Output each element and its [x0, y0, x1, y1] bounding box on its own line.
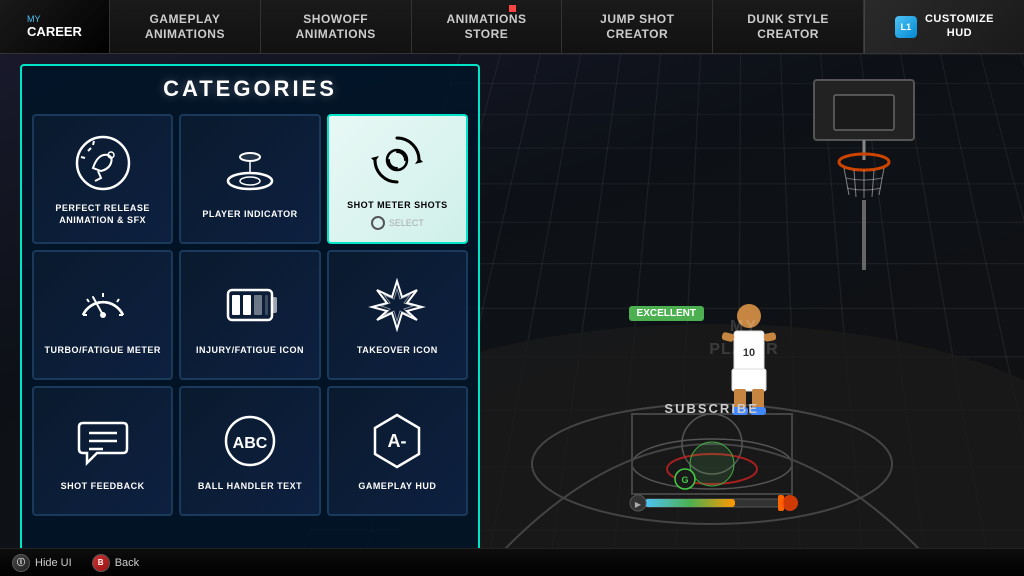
svg-text:A-: A- [388, 431, 407, 451]
select-hint: Select [371, 216, 424, 230]
customize-hud-button[interactable]: L1 Customize HUD [864, 0, 1024, 53]
takeover-label: TAKEOVER ICON [357, 345, 438, 357]
shot-meter-label: SHOT METER SHOTS [347, 200, 448, 212]
basketball-hoop [784, 70, 944, 270]
back-badge: B [92, 554, 110, 572]
shot-feedback-label: SHOT FEEDBACK [61, 481, 145, 493]
tab-dunk-style-creator[interactable]: Dunk Style Creator [713, 0, 864, 53]
category-takeover-icon[interactable]: TAKEOVER ICON [327, 250, 468, 380]
player-indicator-label: PLAYER INDICATOR [202, 209, 297, 221]
svg-text:PLAYER: PLAYER [709, 341, 778, 358]
category-ball-handler-text[interactable]: ABC BALL HANDLER TEXT [179, 386, 320, 516]
subscribe-text: SUBSCRIBE [664, 401, 759, 416]
player-indicator-icon [218, 137, 282, 201]
svg-text:▶: ▶ [635, 500, 642, 509]
category-injury-fatigue[interactable]: INJURY/FATIGUE ICON [179, 250, 320, 380]
perfect-release-label: PERFECT RELEASE ANIMATION & SFX [55, 203, 150, 226]
court-logo: MY PLAYER [644, 296, 844, 376]
svg-text:ABC: ABC [233, 435, 268, 452]
ball-handler-text-icon: ABC [218, 409, 282, 473]
tab-gameplay-animations[interactable]: Gameplay Animations [110, 0, 261, 53]
svg-text:MY: MY [730, 318, 758, 335]
back-button[interactable]: B Back [92, 554, 139, 572]
hide-ui-badge: ⓛ [12, 554, 30, 572]
takeover-icon-icon [365, 273, 429, 337]
category-shot-meter-shots[interactable]: SHOT METER SHOTS Select [327, 114, 468, 244]
categories-panel: CATEGORIES PERFECT RELEASE ANIMATION & S… [20, 64, 480, 566]
bottom-bar: ⓛ Hide UI B Back [0, 548, 1024, 576]
customize-badge: L1 [895, 16, 917, 38]
animations-store-notif [509, 5, 516, 12]
category-perfect-release[interactable]: PERFECT RELEASE ANIMATION & SFX [32, 114, 173, 244]
logo-my: MY [27, 14, 82, 24]
perfect-release-icon [71, 131, 135, 195]
tab-showoff-animations[interactable]: Showoff Animations [261, 0, 412, 53]
categories-title: CATEGORIES [32, 76, 468, 102]
shot-feedback-icon [71, 409, 135, 473]
category-player-indicator[interactable]: PLAYER INDICATOR [179, 114, 320, 244]
turbo-fatigue-label: TURBO/FATIGUE METER [44, 345, 160, 357]
tab-jump-shot-creator[interactable]: Jump Shot Creator [562, 0, 713, 53]
back-label: Back [115, 557, 139, 569]
tab-animations-store[interactable]: Animations Store [412, 0, 563, 53]
injury-fatigue-label: INJURY/FATIGUE ICON [196, 345, 304, 357]
hide-ui-button[interactable]: ⓛ Hide UI [12, 554, 72, 572]
turbo-fatigue-icon [71, 273, 135, 337]
hide-ui-label: Hide UI [35, 557, 72, 569]
injury-fatigue-icon [218, 273, 282, 337]
customize-label: Customize HUD [925, 13, 994, 39]
shot-meter-icon [365, 128, 429, 192]
mycareer-logo[interactable]: MY CAREER [0, 0, 110, 53]
ball-handler-label: BALL HANDLER TEXT [198, 481, 302, 493]
gameplay-hud-label: GAMEPLAY HUD [358, 481, 436, 493]
svg-text:G: G [681, 475, 688, 485]
category-turbo-fatigue[interactable]: TURBO/FATIGUE METER [32, 250, 173, 380]
category-gameplay-hud[interactable]: A- GAMEPLAY HUD [327, 386, 468, 516]
categories-grid: PERFECT RELEASE ANIMATION & SFX PLAYER I… [32, 114, 468, 516]
gameplay-hud-icon: A- [365, 409, 429, 473]
logo-career: CAREER [27, 24, 82, 39]
top-navigation: MY CAREER Gameplay Animations Showoff An… [0, 0, 1024, 54]
category-shot-feedback[interactable]: SHOT FEEDBACK [32, 386, 173, 516]
